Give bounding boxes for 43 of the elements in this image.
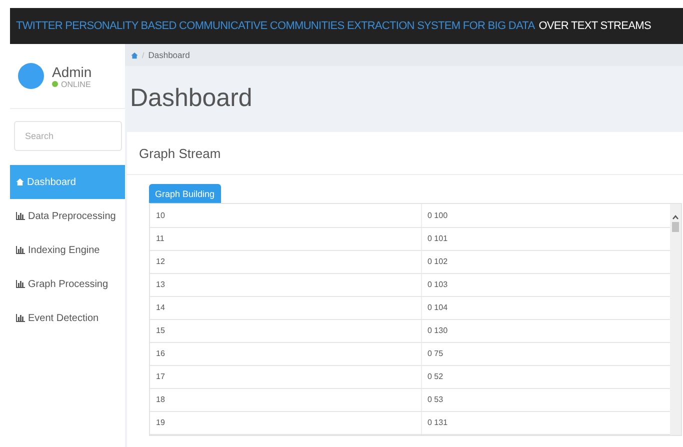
- table-cell: 19: [150, 411, 421, 434]
- sidebar-item[interactable]: Data Preprocessing: [10, 199, 125, 233]
- home-icon[interactable]: [131, 52, 138, 58]
- sidebar-item[interactable]: Indexing Engine: [10, 233, 125, 267]
- table-cell: 17: [150, 365, 421, 388]
- bar-chart-icon: [16, 246, 25, 254]
- scrollbar-thumb[interactable]: [672, 222, 679, 232]
- app-subtitle: OVER TEXT STREAMS: [538, 20, 651, 32]
- scroll-up-icon[interactable]: [672, 214, 679, 220]
- app-title: TWITTER PERSONALITY BASED COMMUNICATIVE COMMUNITIES EXTRACTION SYSTEM FOR BIG DATA: [16, 20, 535, 32]
- table-cell: 0 75: [421, 342, 670, 365]
- table-cell: 0 103: [421, 273, 670, 296]
- table-cell: 18: [150, 388, 421, 411]
- table-cell: 0 102: [421, 250, 670, 273]
- table-cell: 0 130: [421, 319, 670, 342]
- table-cell: 0 100: [421, 204, 670, 227]
- user-name: Admin: [52, 64, 92, 80]
- table-cell: 0 131: [421, 411, 670, 434]
- home-icon: [16, 178, 24, 186]
- table-cell: 10: [150, 204, 421, 227]
- table-cell: 16: [150, 342, 421, 365]
- bar-chart-icon: [16, 314, 25, 322]
- table-cell: 15: [150, 319, 421, 342]
- table-cell: 0 52: [421, 365, 670, 388]
- table-cell: 0 101: [421, 227, 670, 250]
- sidebar-item[interactable]: Event Detection: [10, 301, 125, 335]
- avatar-icon: [18, 63, 44, 89]
- search-field[interactable]: Search: [14, 121, 122, 151]
- table-cell: 13: [150, 273, 421, 296]
- bar-chart-icon: [16, 212, 25, 220]
- table-cell: 0 53: [421, 388, 670, 411]
- table-cell: 14: [150, 296, 421, 319]
- scrollbar[interactable]: [670, 204, 681, 434]
- page-title: Dashboard: [129, 83, 254, 114]
- breadcrumb-item: Dashboard: [148, 50, 190, 60]
- table-cell: 12: [150, 250, 421, 273]
- panel-title: Graph Stream: [139, 146, 221, 160]
- table-cell: 0 104: [421, 296, 670, 319]
- bar-chart-icon: [16, 280, 25, 288]
- breadcrumb-separator: /: [142, 50, 144, 60]
- user-status: ONLINE: [52, 80, 92, 88]
- table-cell: 11: [150, 227, 421, 250]
- sidebar-item[interactable]: Graph Processing: [10, 267, 125, 301]
